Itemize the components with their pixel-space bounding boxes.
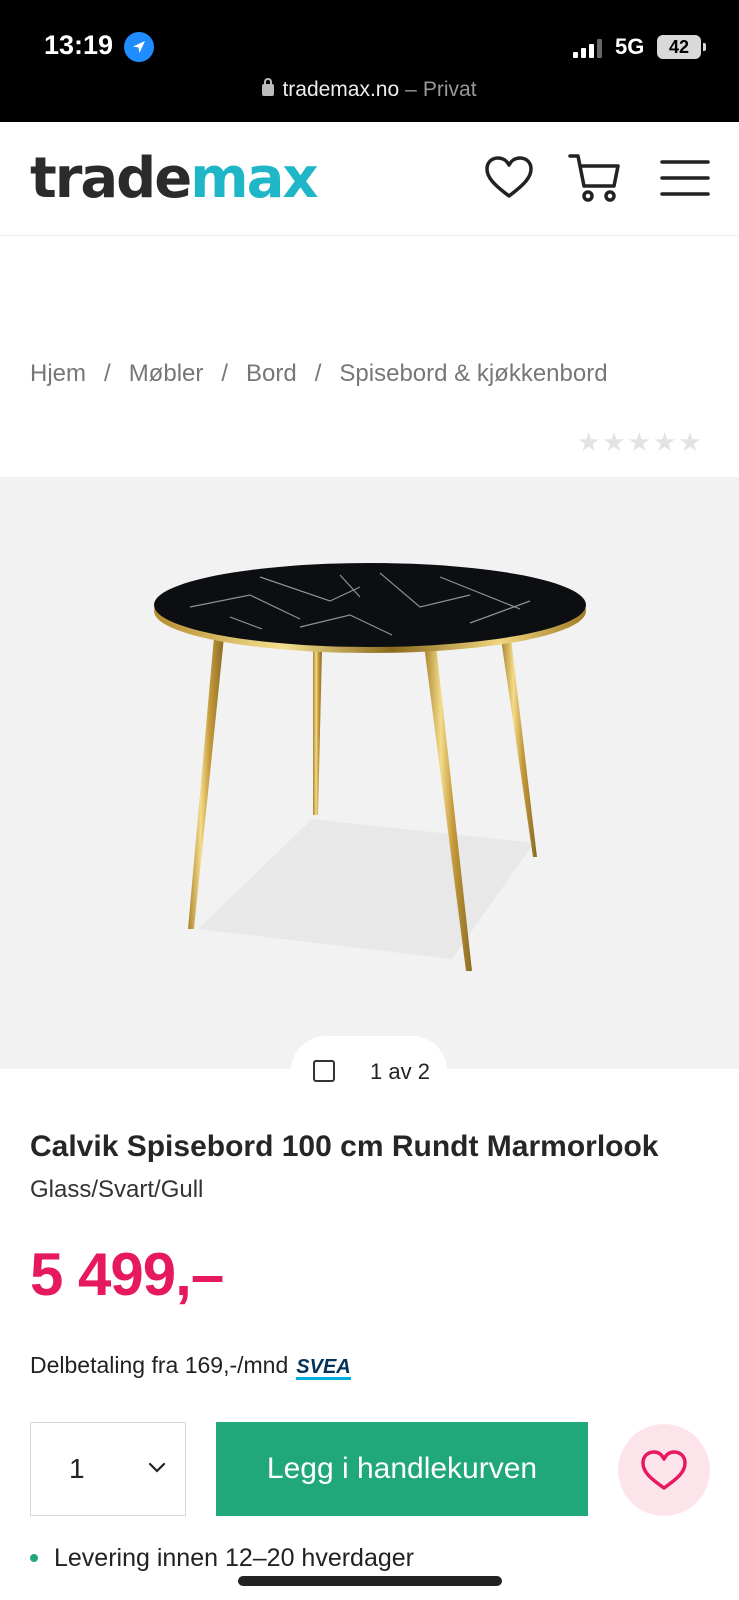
product-image	[154, 563, 586, 971]
product-title: Calvik Spisebord 100 cm Rundt Marmorlook	[30, 1130, 659, 1163]
browser-url-bar[interactable]: trademax.no – Privat	[0, 78, 739, 102]
logo-text-dark: trade	[30, 146, 192, 211]
product-image-gallery[interactable]	[0, 477, 739, 1069]
add-to-wishlist-button[interactable]	[618, 1424, 710, 1516]
breadcrumb-home[interactable]: Hjem	[30, 360, 86, 387]
product-price: 5 499,–	[30, 1241, 224, 1308]
quantity-value: 1	[69, 1453, 85, 1484]
installment-text: Delbetaling fra 169,-/mnd	[30, 1352, 289, 1378]
image-icon	[313, 1060, 335, 1082]
trademax-logo[interactable]: trademax	[30, 146, 319, 211]
url-domain: trademax.no	[282, 78, 400, 101]
svea-logo: SVEA	[296, 1356, 351, 1380]
star-icon: ★	[678, 428, 704, 458]
menu-icon	[660, 160, 710, 196]
battery-icon: 42	[657, 35, 706, 59]
installment-info: Delbetaling fra 169,-/mnd SVEA	[30, 1352, 351, 1380]
location-arrow-icon	[124, 32, 154, 62]
wishlist-button[interactable]	[481, 150, 537, 206]
heart-icon	[485, 156, 533, 198]
image-counter: 1 av 2	[291, 1036, 447, 1106]
logo-text-accent: max	[190, 146, 318, 211]
signal-icon	[573, 38, 607, 58]
chevron-down-icon	[148, 1462, 166, 1473]
network-label: 5G	[615, 34, 645, 59]
star-icon: ★	[577, 428, 603, 458]
heart-icon	[641, 1450, 687, 1490]
home-indicator[interactable]	[238, 1576, 502, 1586]
quantity-select[interactable]: 1	[30, 1422, 186, 1516]
breadcrumb-separator: /	[221, 360, 229, 387]
star-icon: ★	[652, 428, 679, 458]
status-time: 13:19	[44, 30, 114, 60]
url-separator: –	[405, 78, 417, 101]
breadcrumb-furniture[interactable]: Møbler	[129, 360, 204, 387]
menu-button[interactable]	[658, 150, 714, 206]
breadcrumb-separator: /	[314, 360, 322, 387]
breadcrumb: Hjem / Møbler / Bord / Spisebord & kjøkkenbord	[30, 360, 608, 388]
bullet-dot	[30, 1554, 38, 1562]
cart-button[interactable]	[568, 150, 624, 206]
cart-icon	[568, 154, 620, 202]
add-to-cart-button[interactable]: Legg i handlekurven	[216, 1422, 588, 1516]
delivery-text: Levering innen 12–20 hverdager	[54, 1544, 414, 1572]
star-icon: ★	[627, 428, 653, 458]
lock-icon	[262, 78, 275, 96]
product-variant: Glass/Svart/Gull	[30, 1176, 204, 1203]
delivery-info: Levering innen 12–20 hverdager	[30, 1544, 414, 1573]
image-counter-text: 1 av 2	[370, 1059, 430, 1084]
site-header: trademax	[0, 122, 739, 236]
status-bar: 13:19 5G 42 trademax.no – Privat	[0, 0, 739, 122]
private-mode-label: Privat	[422, 78, 477, 101]
breadcrumb-dining-tables[interactable]: Spisebord & kjøkkenbord	[339, 360, 607, 387]
breadcrumb-separator: /	[104, 360, 111, 387]
breadcrumb-tables[interactable]: Bord	[246, 360, 297, 387]
star-icon: ★	[602, 428, 628, 458]
star-rating[interactable]: ★★★★★	[577, 428, 704, 458]
